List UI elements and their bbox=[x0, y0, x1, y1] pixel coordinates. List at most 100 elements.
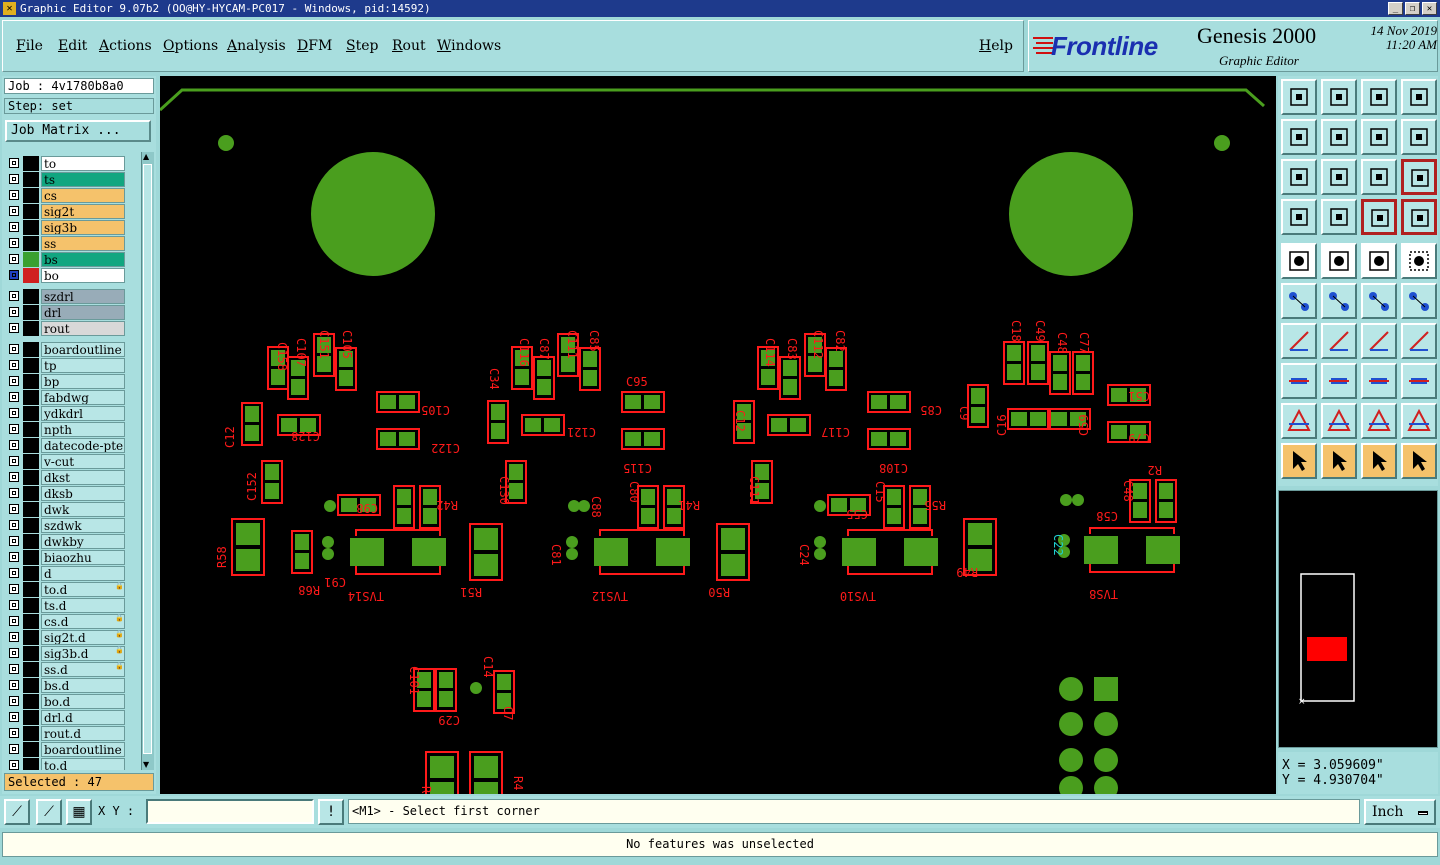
layer-name[interactable]: drl bbox=[41, 305, 125, 320]
pad[interactable] bbox=[1076, 355, 1090, 371]
layer-name[interactable]: sig2t bbox=[41, 204, 125, 219]
layer-row[interactable]: drl bbox=[5, 305, 127, 320]
pad-mode-icon[interactable] bbox=[1401, 243, 1437, 279]
layer-checkbox[interactable] bbox=[9, 323, 19, 333]
info-icon[interactable]: ! bbox=[318, 799, 344, 825]
pad[interactable] bbox=[1111, 425, 1127, 439]
layer-name[interactable]: bo.d bbox=[41, 694, 125, 709]
pad[interactable] bbox=[497, 674, 511, 690]
pad[interactable] bbox=[644, 432, 660, 446]
layer-name[interactable]: sig2t.d bbox=[41, 630, 125, 645]
layer-name[interactable]: npth bbox=[41, 422, 125, 437]
outline-mode-icon[interactable] bbox=[1321, 243, 1357, 279]
layer-name[interactable]: cs.d bbox=[41, 614, 125, 629]
layer-row[interactable]: ss bbox=[5, 236, 127, 251]
layer-checkbox[interactable] bbox=[9, 376, 19, 386]
pad[interactable] bbox=[412, 538, 446, 566]
layer-row[interactable]: to bbox=[5, 156, 127, 171]
layer-name[interactable]: szdrl bbox=[41, 289, 125, 304]
layer-checkbox[interactable] bbox=[9, 712, 19, 722]
layer-checkbox[interactable] bbox=[9, 238, 19, 248]
app-icon[interactable]: ✕ bbox=[3, 2, 16, 15]
pad[interactable] bbox=[291, 379, 305, 395]
layer-checkbox[interactable] bbox=[9, 190, 19, 200]
layer-row[interactable]: dkst bbox=[5, 470, 127, 485]
layer-name[interactable]: dkst bbox=[41, 470, 125, 485]
pad[interactable] bbox=[399, 395, 415, 409]
layer-checkbox[interactable] bbox=[9, 504, 19, 514]
layer-checkbox[interactable] bbox=[9, 307, 19, 317]
layer-checkbox[interactable] bbox=[9, 360, 19, 370]
pad[interactable] bbox=[544, 418, 560, 432]
overview-map[interactable]: × bbox=[1278, 490, 1438, 748]
menu-edit[interactable]: Edit bbox=[58, 38, 87, 54]
menu-step[interactable]: Step bbox=[346, 38, 378, 54]
fit-profile-icon[interactable] bbox=[1321, 159, 1357, 195]
fill-mode-icon[interactable] bbox=[1281, 243, 1317, 279]
layer-name[interactable]: szdwk bbox=[41, 518, 125, 533]
pad[interactable] bbox=[721, 528, 745, 550]
layer-checkbox[interactable] bbox=[9, 222, 19, 232]
pad[interactable] bbox=[890, 432, 906, 446]
pad[interactable] bbox=[829, 351, 843, 367]
small-pad[interactable] bbox=[470, 682, 482, 694]
layer-row[interactable]: ts.d bbox=[5, 598, 127, 613]
layer-name[interactable]: bs bbox=[41, 252, 125, 267]
layer-row[interactable]: dwk bbox=[5, 502, 127, 517]
layer-checkbox[interactable] bbox=[9, 424, 19, 434]
layer-row[interactable]: ts bbox=[5, 172, 127, 187]
connector-pin[interactable] bbox=[1094, 748, 1118, 772]
scroll-down-icon[interactable]: ▼ bbox=[143, 760, 149, 770]
layer-checkbox[interactable] bbox=[9, 408, 19, 418]
grid-icon[interactable]: ▦ bbox=[66, 799, 92, 825]
split-icon[interactable] bbox=[1401, 323, 1437, 359]
pad[interactable] bbox=[474, 528, 498, 550]
layer-checkbox[interactable] bbox=[9, 456, 19, 466]
small-pad[interactable] bbox=[324, 500, 336, 512]
layer-name[interactable]: drl.d bbox=[41, 710, 125, 725]
layer-checkbox[interactable] bbox=[9, 600, 19, 610]
layer-name[interactable]: to bbox=[41, 156, 125, 171]
layer-row[interactable]: d bbox=[5, 566, 127, 581]
pointer-icon[interactable] bbox=[1281, 443, 1317, 479]
layer-row[interactable]: sig2t.d 🔒 bbox=[5, 630, 127, 645]
probe-icon[interactable] bbox=[1321, 199, 1357, 235]
layer-name[interactable]: dwkby bbox=[41, 534, 125, 549]
select-pad-icon[interactable] bbox=[1281, 363, 1317, 399]
layer-checkbox[interactable] bbox=[9, 584, 19, 594]
layer-name[interactable]: datecode-pte bbox=[41, 438, 125, 453]
connector-pin[interactable] bbox=[1059, 748, 1083, 772]
triangle3-icon[interactable] bbox=[1361, 403, 1397, 439]
minimize-button[interactable]: _ bbox=[1388, 2, 1403, 15]
layer-row[interactable]: dksb bbox=[5, 486, 127, 501]
layer-name[interactable]: ts.d bbox=[41, 598, 125, 613]
pad[interactable] bbox=[423, 489, 437, 505]
layer-checkbox[interactable] bbox=[9, 760, 19, 770]
layer-row[interactable]: cs.d 🔒 bbox=[5, 614, 127, 629]
layer-compare-icon[interactable] bbox=[1361, 199, 1397, 235]
pad[interactable] bbox=[265, 483, 279, 499]
unit-select[interactable]: Inch bbox=[1364, 799, 1436, 825]
layer-row[interactable]: bo.d bbox=[5, 694, 127, 709]
layer-row[interactable]: sig2t bbox=[5, 204, 127, 219]
pad[interactable] bbox=[537, 379, 551, 395]
layer-checkbox[interactable] bbox=[9, 472, 19, 482]
pad[interactable] bbox=[1051, 412, 1067, 426]
snap-point-icon[interactable] bbox=[1361, 283, 1397, 319]
small-pad[interactable] bbox=[1072, 494, 1084, 506]
pad[interactable] bbox=[625, 432, 641, 446]
pad[interactable] bbox=[1007, 345, 1021, 361]
menu-help[interactable]: Help bbox=[979, 38, 1013, 54]
layer-name[interactable]: fabdwg bbox=[41, 390, 125, 405]
layer-row[interactable]: dwkby bbox=[5, 534, 127, 549]
pad[interactable] bbox=[968, 523, 992, 545]
connector-pin[interactable] bbox=[1094, 776, 1118, 794]
home-icon[interactable] bbox=[1361, 79, 1397, 115]
pad[interactable] bbox=[1159, 502, 1173, 518]
pad[interactable] bbox=[1146, 536, 1180, 564]
layer-checkbox[interactable] bbox=[9, 206, 19, 216]
pad[interactable] bbox=[491, 404, 505, 420]
layer-name[interactable]: dksb bbox=[41, 486, 125, 501]
snap-icon[interactable]: ⟋ bbox=[4, 799, 30, 825]
small-pad[interactable] bbox=[814, 536, 826, 548]
